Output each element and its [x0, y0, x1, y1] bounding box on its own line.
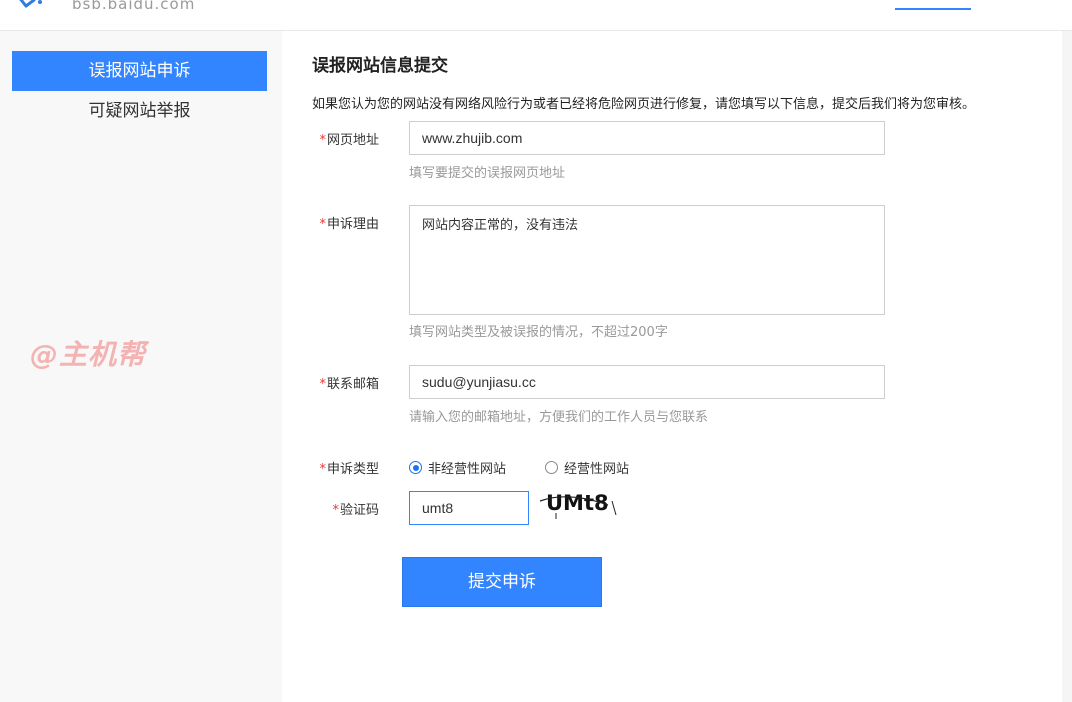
captcha-input[interactable] [409, 491, 529, 525]
reason-label: *申诉理由 [319, 217, 379, 232]
required-mark: * [319, 462, 326, 477]
form-intro: 如果您认为您的网站没有网络风险行为或者已经将危险网页进行修复，请您填写以下信息，… [312, 97, 976, 112]
captcha-label: *验证码 [332, 503, 379, 518]
site-url: bsb.baidu.com [72, 0, 196, 13]
radio-checked-icon[interactable] [409, 461, 422, 474]
required-mark: * [332, 503, 339, 518]
radio-unchecked-icon[interactable] [545, 461, 558, 474]
url-label: *网页地址 [319, 133, 379, 148]
url-input[interactable] [409, 121, 885, 155]
required-mark: * [319, 217, 326, 232]
reason-hint: 填写网站类型及被误报的情况，不超过200字 [409, 325, 668, 340]
watermark: @主机帮 [30, 338, 147, 371]
radio-non-commercial[interactable]: 非经营性网站 [409, 458, 506, 477]
sidebar: 误报网站申诉 可疑网站举报 @主机帮 [0, 31, 282, 702]
reason-textarea[interactable]: 网站内容正常的，没有违法 [409, 205, 885, 315]
captcha-text: UMt8 [546, 491, 609, 515]
email-hint: 请输入您的邮箱地址，方便我们的工作人员与您联系 [409, 410, 709, 425]
url-hint: 填写要提交的误报网页地址 [409, 166, 566, 181]
email-input[interactable] [409, 365, 885, 399]
baidu-safety-logo-icon[interactable] [14, 0, 48, 14]
main-panel: 误报网站信息提交 如果您认为您的网站没有网络风险行为或者已经将危险网页进行修复，… [282, 31, 1062, 702]
email-label: *联系邮箱 [319, 377, 379, 392]
submit-appeal-button[interactable]: 提交申诉 [402, 557, 602, 607]
captcha-image[interactable]: UMt8 [538, 487, 624, 525]
page-title: 误报网站信息提交 [312, 56, 448, 76]
type-label: *申诉类型 [319, 462, 379, 477]
sidebar-item-suspicious-site-report[interactable]: 可疑网站举报 [12, 91, 267, 131]
right-edge [1062, 31, 1072, 702]
required-mark: * [319, 377, 326, 392]
required-mark: * [319, 133, 326, 148]
radio-commercial[interactable]: 经营性网站 [545, 458, 629, 477]
top-bar: bsb.baidu.com [0, 0, 1072, 31]
sidebar-item-false-report-appeal[interactable]: 误报网站申诉 [12, 51, 267, 91]
top-nav-underline [895, 8, 971, 10]
